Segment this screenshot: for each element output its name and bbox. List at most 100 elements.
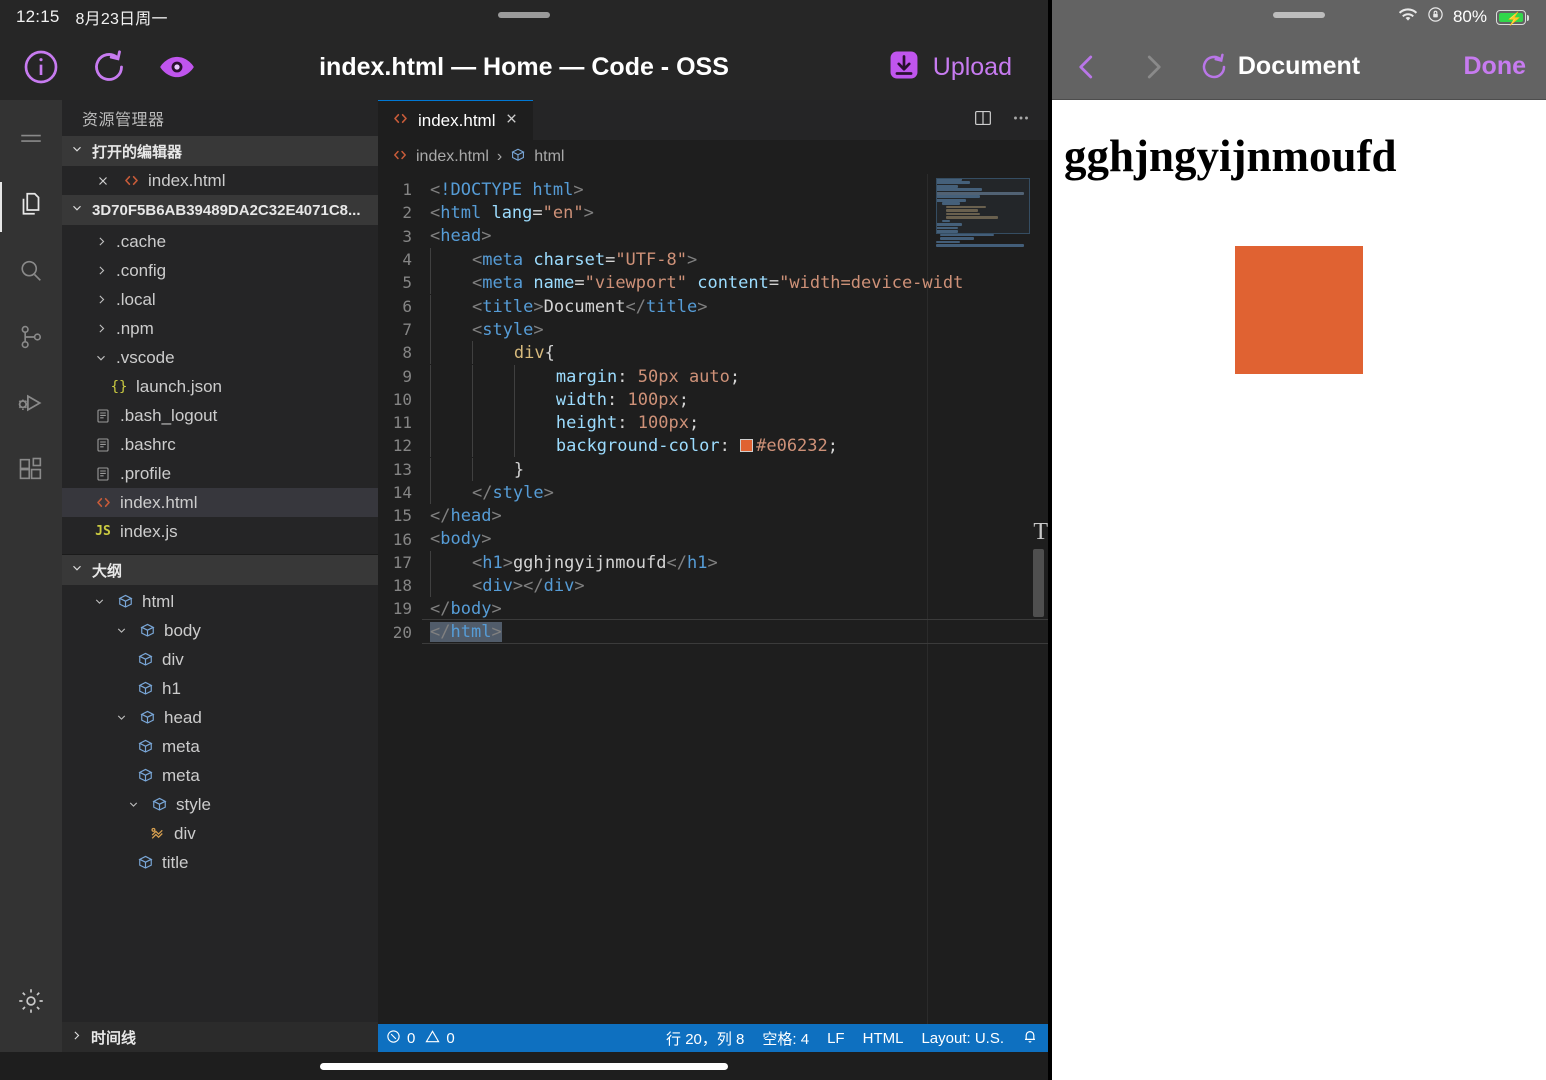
line-content[interactable]: <style>	[430, 317, 544, 341]
line-content[interactable]: width: 100px;	[430, 387, 689, 411]
outline-item-h1[interactable]: h1	[62, 674, 378, 703]
outline-item-meta-2[interactable]: meta	[62, 761, 378, 790]
outline-item-css-div[interactable]: div	[62, 819, 378, 848]
section-folder[interactable]: 3D70F5B6AB39489DA2C32E4071C8...	[62, 195, 378, 225]
line-content[interactable]: }	[430, 457, 524, 481]
outline-item-title[interactable]: title	[62, 848, 378, 877]
status-indentation[interactable]: 空格: 4	[762, 1028, 809, 1049]
status-keyboard-layout[interactable]: Layout: U.S.	[921, 1030, 1004, 1047]
code-editor[interactable]: 1 <!DOCTYPE html> 2 <html lang="en"> 3 <…	[378, 174, 1048, 1024]
info-circle-icon[interactable]	[18, 44, 64, 90]
refresh-icon[interactable]	[86, 44, 132, 90]
refresh-icon[interactable]	[1198, 51, 1230, 83]
code-line: 9 margin: 50px auto;	[378, 364, 1048, 388]
breadcrumb-file[interactable]: index.html	[416, 148, 489, 166]
status-language-mode[interactable]: HTML	[863, 1030, 904, 1047]
outline-item-div[interactable]: div	[62, 645, 378, 674]
status-date: 8月23日周一	[75, 11, 168, 28]
tree-item-index-html[interactable]: index.html	[62, 488, 378, 517]
tree-item-launch-json[interactable]: {} launch.json	[62, 372, 378, 401]
multitask-grabber[interactable]	[1273, 12, 1325, 18]
outline-item-head[interactable]: head	[62, 703, 378, 732]
orange-box	[1235, 246, 1363, 374]
tree-item-bashrc[interactable]: .bashrc	[62, 430, 378, 459]
tab-index-html[interactable]: index.html	[378, 100, 534, 140]
line-content[interactable]: </head>	[430, 506, 502, 526]
line-content[interactable]: <!DOCTYPE html>	[430, 180, 584, 200]
line-content[interactable]: <title>Document</title>	[430, 294, 707, 318]
sidebar-item-extensions[interactable]	[0, 438, 62, 504]
more-actions-icon[interactable]	[1010, 107, 1032, 134]
line-content[interactable]: </style>	[430, 481, 554, 504]
minimap-viewport[interactable]	[936, 178, 1030, 234]
tree-item-config[interactable]: .config	[62, 256, 378, 285]
line-content[interactable]: div{	[430, 341, 555, 365]
tree-item-profile[interactable]: .profile	[62, 459, 378, 488]
close-icon[interactable]	[92, 174, 114, 188]
line-content[interactable]: </html>	[422, 619, 1048, 645]
eye-icon[interactable]	[154, 44, 200, 90]
line-content[interactable]: <h1>gghjngyijnmoufd</h1>	[430, 550, 718, 574]
color-swatch[interactable]	[740, 439, 754, 453]
hamburger-menu-icon[interactable]	[0, 108, 62, 174]
ios-status-bar-right: 80% ⚡	[1052, 0, 1546, 34]
line-content[interactable]: <html lang="en">	[430, 203, 594, 223]
tree-item-bash-logout[interactable]: .bash_logout	[62, 401, 378, 430]
line-content[interactable]: <div></div>	[430, 574, 585, 598]
line-content[interactable]: height: 100px;	[430, 411, 699, 435]
editor-minimap[interactable]	[936, 178, 1030, 247]
sidebar-item-search[interactable]	[0, 240, 62, 306]
line-content[interactable]: background-color: #e06232;	[430, 434, 838, 458]
tree-item-cache[interactable]: .cache	[62, 227, 378, 256]
tree-item-local[interactable]: .local	[62, 285, 378, 314]
gear-icon[interactable]	[0, 968, 62, 1034]
timeline-header[interactable]: 时间线	[62, 1022, 378, 1052]
sidebar-item-explorer[interactable]	[0, 174, 62, 240]
outline-item-body[interactable]: body	[62, 616, 378, 645]
upload-button[interactable]: Upload	[887, 48, 1030, 87]
js-file-icon: JS	[95, 524, 111, 539]
section-open-editors[interactable]: 打开的编辑器	[62, 136, 378, 166]
line-content[interactable]: <head>	[430, 226, 491, 246]
outline-item-label: div	[162, 649, 184, 669]
line-number: 12	[392, 436, 412, 456]
outline-item-html[interactable]: html	[62, 587, 378, 616]
outline-item-style[interactable]: style	[62, 790, 378, 819]
line-number: 5	[402, 273, 412, 293]
section-timeline[interactable]: 时间线	[62, 1022, 378, 1052]
breadcrumb-symbol[interactable]: html	[534, 148, 564, 166]
chevron-right-icon	[92, 293, 110, 306]
outline-item-meta-1[interactable]: meta	[62, 732, 378, 761]
open-editor-item[interactable]: index.html	[62, 166, 378, 195]
tree-item-vscode[interactable]: .vscode	[62, 343, 378, 372]
line-content[interactable]: </body>	[430, 599, 502, 619]
tree-item-index-js[interactable]: JS index.js	[62, 517, 378, 546]
done-button[interactable]: Done	[1464, 52, 1527, 81]
status-cursor-position[interactable]: 行 20，列 8	[666, 1028, 744, 1049]
sidebar-item-run-and-debug[interactable]	[0, 372, 62, 438]
chevron-down-icon	[112, 711, 130, 724]
breadcrumb[interactable]: index.html › html	[378, 140, 1048, 174]
line-content[interactable]: margin: 50px auto;	[430, 364, 740, 388]
status-right: 行 20，列 8 空格: 4 LF HTML Layout: U.S.	[666, 1028, 1038, 1049]
tree-item-npm[interactable]: .npm	[62, 314, 378, 343]
multitask-grabber[interactable]	[498, 12, 550, 18]
line-content[interactable]: <meta charset="UTF-8">	[430, 248, 697, 272]
close-icon[interactable]	[504, 111, 519, 131]
section-outline[interactable]: 大纲	[62, 555, 378, 585]
bell-icon[interactable]	[1022, 1028, 1038, 1048]
chevron-right-icon	[92, 264, 110, 277]
ios-home-indicator-left	[0, 1052, 1048, 1080]
chevron-left-icon[interactable]	[1072, 50, 1102, 84]
line-number: 10	[392, 389, 412, 409]
sidebar-item-source-control[interactable]	[0, 306, 62, 372]
line-content[interactable]: <body>	[430, 529, 491, 549]
status-problems[interactable]: 0 0	[386, 1029, 455, 1048]
home-bar[interactable]	[320, 1062, 728, 1070]
split-editor-icon[interactable]	[972, 107, 994, 134]
outline-item-label: style	[176, 794, 211, 814]
line-number: 8	[402, 343, 412, 363]
line-content[interactable]: <meta name="viewport" content="width=dev…	[430, 271, 963, 295]
editor-scrollbar[interactable]	[1033, 549, 1044, 617]
status-eol[interactable]: LF	[827, 1030, 845, 1047]
